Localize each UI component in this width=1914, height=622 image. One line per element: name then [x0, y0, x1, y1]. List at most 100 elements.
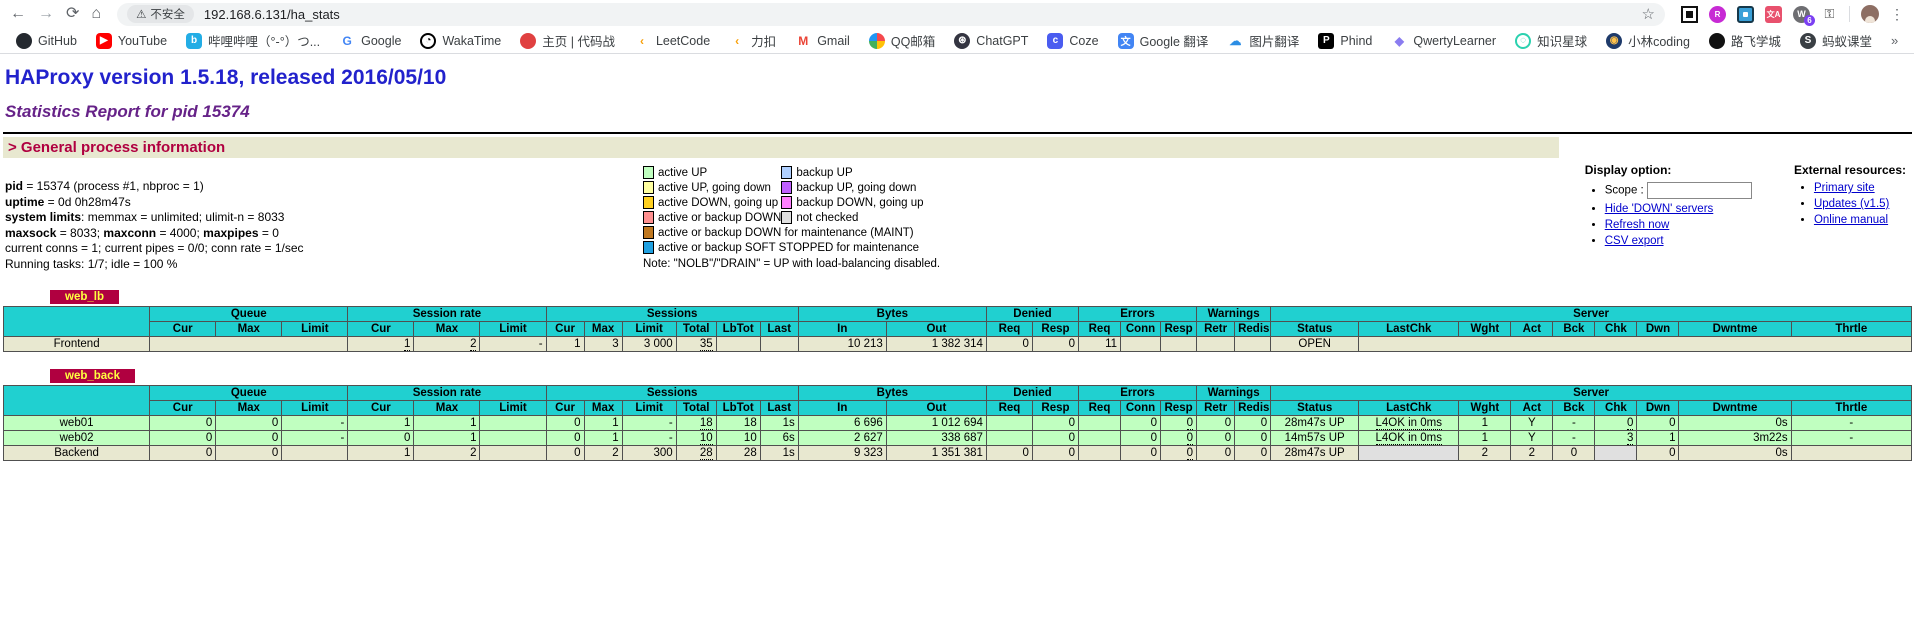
bookmark-item[interactable]: 主页 | 代码战: [520, 31, 615, 50]
bookmark-item[interactable]: PPhind: [1318, 33, 1372, 49]
bookmark-item[interactable]: ‹LeetCode: [634, 33, 710, 49]
column-header: Retr: [1197, 400, 1235, 415]
stat-cell: 338 687: [886, 430, 986, 445]
blue-square-extension-icon[interactable]: [1737, 6, 1754, 23]
stat-cell: [1595, 445, 1637, 460]
translate-extension-icon[interactable]: 文A: [1765, 6, 1782, 23]
stat-cell: 10: [716, 430, 760, 445]
chatgpt-icon: ⊛: [954, 33, 970, 49]
bookmark-item[interactable]: MGmail: [795, 33, 850, 49]
bookmark-item[interactable]: 文Google 翻译: [1118, 31, 1209, 50]
bookmark-item[interactable]: QQ邮箱: [869, 31, 935, 50]
browser-menu-icon[interactable]: ⋮: [1890, 6, 1904, 23]
browser-window: ← → ⟳ ⌂ ⚠ 不安全 192.168.6.131/ha_stats ☆ R…: [0, 0, 1914, 622]
column-header: Wght: [1459, 321, 1511, 336]
stat-cell: -: [1791, 415, 1911, 430]
leetcode-cn-icon: ‹: [729, 33, 745, 49]
bookmark-label: QwertyLearner: [1413, 34, 1496, 48]
bookmark-item[interactable]: GGoogle: [339, 33, 401, 49]
column-header: Redis: [1235, 321, 1271, 336]
bookmarks-overflow-icon[interactable]: »: [1891, 33, 1898, 48]
bookmark-item[interactable]: cCoze: [1047, 33, 1098, 49]
stat-cell: 0s: [1679, 415, 1791, 430]
stat-cell: OPEN: [1271, 336, 1359, 351]
stat-cell: [1078, 415, 1120, 430]
stat-cell: 2 627: [798, 430, 886, 445]
stat-cell: 3 000: [622, 336, 676, 351]
bookmark-item[interactable]: ☁图片翻译: [1227, 31, 1299, 50]
display-option-item: Refresh now: [1605, 219, 1752, 231]
column-group-header: Warnings: [1197, 306, 1271, 321]
coze-icon: c: [1047, 33, 1063, 49]
bookmark-item[interactable]: ◔WakaTime: [420, 33, 501, 49]
bookmark-item[interactable]: S蚂蚁课堂: [1800, 31, 1872, 50]
stat-cell: 300: [622, 445, 676, 460]
address-bar[interactable]: ⚠ 不安全 192.168.6.131/ha_stats ☆: [117, 3, 1665, 26]
legend-swatch: [781, 210, 792, 225]
purple-circle-extension-icon[interactable]: R: [1709, 6, 1726, 23]
bookmark-item[interactable]: ◉小林coding: [1606, 31, 1690, 50]
bookmark-star-icon[interactable]: ☆: [1642, 5, 1655, 23]
forward-icon[interactable]: →: [38, 6, 54, 22]
display-option-link[interactable]: CSV export: [1605, 235, 1664, 247]
display-option-link[interactable]: Refresh now: [1605, 219, 1670, 231]
extension-icons: R 文A W6 ⚿ ⋮: [1681, 5, 1904, 23]
stat-cell: 0: [1235, 445, 1271, 460]
process-info-line: maxsock = 8033; maxconn = 4000; maxpipes…: [5, 226, 643, 242]
profile-avatar[interactable]: [1861, 5, 1879, 23]
bookmark-item[interactable]: b哔哩哔哩（°-°）つ...: [186, 31, 320, 50]
column-header: Conn: [1121, 400, 1161, 415]
bookmark-item[interactable]: ▶YouTube: [96, 33, 167, 49]
column-header: Max: [216, 400, 282, 415]
bookmark-label: ChatGPT: [976, 34, 1028, 48]
bookmark-label: Phind: [1340, 34, 1372, 48]
bookmark-item[interactable]: ◆QwertyLearner: [1391, 33, 1496, 49]
column-group-header: Sessions: [546, 385, 798, 400]
bookmark-item[interactable]: ⊛ ChatGPT: [954, 33, 1028, 49]
toolbar-separator: [1849, 6, 1850, 22]
bookmark-item[interactable]: ◌知识星球: [1515, 31, 1587, 50]
external-resource-link[interactable]: Online manual: [1814, 214, 1888, 226]
scope-input[interactable]: [1647, 182, 1752, 199]
stat-cell: 1: [1637, 430, 1679, 445]
column-header: LastChk: [1359, 400, 1459, 415]
stat-cell: 0: [546, 445, 584, 460]
column-group-header: Warnings: [1197, 385, 1271, 400]
url-text[interactable]: 192.168.6.131/ha_stats: [204, 7, 340, 22]
page-title[interactable]: HAProxy version 1.5.18, released 2016/05…: [5, 66, 1912, 90]
proxy-name-web_back[interactable]: web_back: [50, 369, 135, 383]
bookmark-item[interactable]: ‹力扣: [729, 31, 776, 50]
extensions-puzzle-icon[interactable]: ⚿: [1821, 6, 1838, 23]
proxy-name-web_lb[interactable]: web_lb: [50, 290, 119, 304]
display-option-link[interactable]: Hide 'DOWN' servers: [1605, 203, 1714, 215]
status-legend: active UPbackup UPactive UP, going downb…: [643, 165, 940, 270]
external-resources-heading: External resources:: [1794, 163, 1906, 177]
stat-cell: 6s: [760, 430, 798, 445]
stat-cell: 0: [1121, 430, 1161, 445]
bookmark-item[interactable]: 路飞学城: [1709, 31, 1781, 50]
external-resource-link[interactable]: Updates (v1.5): [1814, 198, 1889, 210]
stat-cell: [480, 430, 546, 445]
column-header: LbTot: [716, 321, 760, 336]
stat-tables: web_lb QueueSession rateSessionsBytesDeni…: [3, 287, 1912, 461]
column-header: Last: [760, 400, 798, 415]
security-chip[interactable]: ⚠ 不安全: [127, 5, 194, 23]
stat-cell: 1: [414, 430, 480, 445]
stat-cell: 0: [1235, 415, 1271, 430]
youtube-icon: ▶: [96, 33, 112, 49]
external-resource-link[interactable]: Primary site: [1814, 182, 1875, 194]
badged-extension-icon[interactable]: W6: [1793, 6, 1810, 23]
reload-icon[interactable]: ⟳: [66, 6, 79, 22]
bookmark-label: LeetCode: [656, 34, 710, 48]
bookmark-item[interactable]: GitHub: [16, 33, 77, 49]
legend-swatch: [643, 165, 654, 180]
column-group-header: Bytes: [798, 306, 986, 321]
column-group-header: Queue: [150, 385, 348, 400]
stats-table-web_back: QueueSession rateSessionsBytesDeniedErro…: [3, 385, 1912, 461]
back-icon[interactable]: ←: [10, 6, 26, 22]
frame-extension-icon[interactable]: [1681, 6, 1698, 23]
column-header: In: [798, 321, 886, 336]
column-header: Last: [760, 321, 798, 336]
home-icon[interactable]: ⌂: [91, 6, 101, 22]
stat-cell: 0: [1637, 415, 1679, 430]
